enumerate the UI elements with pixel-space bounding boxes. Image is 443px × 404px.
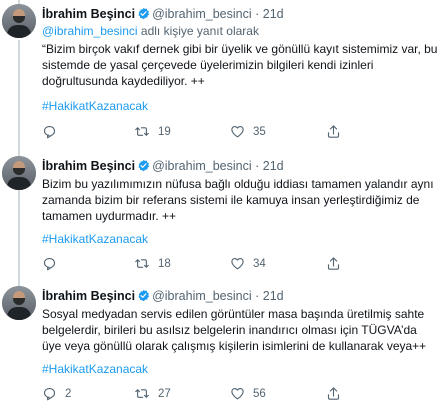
reply-mention-link[interactable]: @ibrahim_besinci bbox=[42, 24, 138, 38]
share-button[interactable] bbox=[326, 124, 341, 139]
retweet-button[interactable]: 27 bbox=[134, 386, 171, 401]
reply-button[interactable] bbox=[42, 124, 65, 139]
tweet-text: Sosyal medyadan servis edilen görüntüler… bbox=[42, 307, 427, 353]
tweet-header: İbrahim Beşinci @ibrahim_besinci · 21d bbox=[42, 6, 284, 24]
like-count: 35 bbox=[253, 125, 266, 138]
retweet-icon bbox=[135, 389, 149, 398]
reply-button[interactable] bbox=[42, 256, 65, 271]
reply-icon bbox=[43, 257, 56, 271]
heart-icon bbox=[231, 125, 244, 138]
reply-context-text: adlı kişiye yanıt olarak bbox=[137, 24, 259, 38]
like-button[interactable]: 56 bbox=[230, 386, 266, 401]
retweet-count: 18 bbox=[158, 257, 171, 270]
like-button[interactable]: 35 bbox=[230, 124, 266, 139]
author-name[interactable]: İbrahim Beşinci bbox=[42, 159, 135, 173]
heart-icon bbox=[231, 257, 244, 270]
retweet-icon bbox=[135, 127, 149, 136]
tweet-header: İbrahim Beşinci @ibrahim_besinci · 21d bbox=[42, 158, 284, 176]
reply-button[interactable]: 2 bbox=[42, 386, 71, 401]
tweet-text: Bizim bu yazılımımızın nüfusa bağlı oldu… bbox=[42, 177, 434, 223]
tweet-timestamp[interactable]: 21d bbox=[263, 159, 284, 173]
reply-icon bbox=[43, 125, 56, 139]
tweet-header: İbrahim Beşinci @ibrahim_besinci · 21d bbox=[42, 288, 284, 306]
like-count: 56 bbox=[253, 387, 266, 400]
tweet-actions: 2 27 56 bbox=[42, 386, 438, 404]
reply-count: 2 bbox=[65, 387, 72, 400]
author-handle[interactable]: @ibrahim_besinci bbox=[152, 289, 252, 303]
avatar[interactable] bbox=[2, 4, 36, 38]
separator-dot: · bbox=[255, 7, 260, 21]
separator-dot: · bbox=[255, 159, 260, 173]
avatar[interactable] bbox=[2, 156, 36, 190]
author-handle[interactable]: @ibrahim_besinci bbox=[152, 7, 252, 21]
tweet-actions: 19 35 bbox=[42, 124, 438, 142]
reply-icon bbox=[43, 387, 56, 401]
tweet-timestamp[interactable]: 21d bbox=[263, 289, 284, 303]
hashtag-link[interactable]: #HakikatKazanacak bbox=[42, 99, 148, 114]
tweet[interactable]: İbrahim Beşinci @ibrahim_besinci · 21d S… bbox=[0, 286, 443, 404]
share-icon bbox=[327, 387, 340, 400]
share-icon bbox=[327, 257, 340, 270]
verified-badge-icon bbox=[137, 159, 150, 176]
share-button[interactable] bbox=[326, 256, 341, 271]
tweet[interactable]: İbrahim Beşinci @ibrahim_besinci · 21d @… bbox=[0, 4, 443, 144]
retweet-count: 19 bbox=[158, 125, 171, 138]
tweet-timestamp[interactable]: 21d bbox=[263, 7, 284, 21]
author-name[interactable]: İbrahim Beşinci bbox=[42, 289, 135, 303]
avatar[interactable] bbox=[2, 286, 36, 320]
tweet-actions: 18 34 bbox=[42, 256, 438, 274]
verified-badge-icon bbox=[137, 289, 150, 306]
hashtag-link[interactable]: #HakikatKazanacak bbox=[42, 362, 148, 377]
hashtag-link[interactable]: #HakikatKazanacak bbox=[42, 232, 148, 247]
author-handle[interactable]: @ibrahim_besinci bbox=[152, 159, 252, 173]
tweet[interactable]: İbrahim Beşinci @ibrahim_besinci · 21d B… bbox=[0, 156, 443, 276]
retweet-icon bbox=[135, 259, 149, 268]
retweet-button[interactable]: 18 bbox=[134, 256, 171, 271]
heart-icon bbox=[231, 387, 244, 400]
retweet-button[interactable]: 19 bbox=[134, 124, 171, 139]
author-name[interactable]: İbrahim Beşinci bbox=[42, 7, 135, 21]
share-button[interactable] bbox=[326, 386, 341, 401]
separator-dot: · bbox=[255, 289, 260, 303]
verified-badge-icon bbox=[137, 7, 150, 24]
like-count: 34 bbox=[253, 257, 266, 270]
share-icon bbox=[327, 125, 340, 138]
tweet-text: “Bizim birçok vakıf dernek gibi bir üyel… bbox=[42, 42, 438, 88]
retweet-count: 27 bbox=[158, 387, 171, 400]
reply-context: @ibrahim_besinci adlı kişiye yanıt olara… bbox=[42, 24, 259, 39]
like-button[interactable]: 34 bbox=[230, 256, 266, 271]
